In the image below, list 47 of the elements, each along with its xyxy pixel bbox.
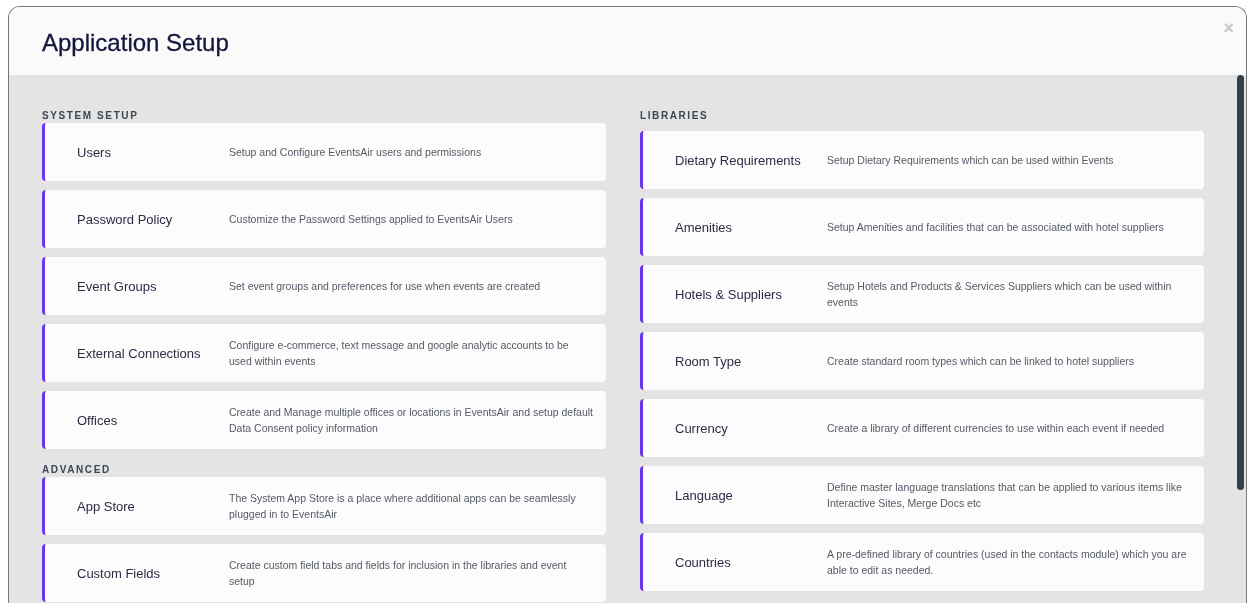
card-description: Create and Manage multiple offices or locations in EventsAir and setup default Data Consent policy information — [229, 405, 594, 436]
card-description: Setup Hotels and Products & Services Suppliers which can be used within events — [827, 279, 1173, 310]
card-description: Create standard room types which can be linked to hotel suppliers — [827, 354, 1134, 369]
card-title: Event Groups — [77, 278, 158, 294]
setup-card[interactable]: Hotels & Suppliers Setup Hotels and Products & Services Suppliers which can be used within events — [640, 265, 1204, 323]
card-title: Dietary Requirements — [675, 152, 802, 168]
card-title: Password Policy — [77, 211, 174, 227]
section-heading: LIBRARIES — [640, 109, 710, 123]
setup-card[interactable]: Language Define master language translations that can be applied to various items like Interactive Sites, Merge Docs etc — [640, 466, 1204, 524]
setup-card[interactable]: Users Setup and Configure EventsAir users and permissions — [42, 123, 606, 181]
card-description: Setup Dietary Requirements which can be used within Events — [827, 153, 1114, 168]
card-description: Setup Amenities and facilities that can be associated with hotel suppliers — [827, 220, 1164, 235]
card-title: Hotels & Suppliers — [675, 286, 783, 302]
setup-card[interactable]: Countries A pre-defined library of countries (used in the contacts module) which you are able to edit as needed. — [640, 533, 1204, 591]
setup-card[interactable]: Offices Create and Manage multiple offices or locations in EventsAir and setup default Data Consent policy information — [42, 391, 606, 449]
setup-card[interactable]: App Store The System App Store is a place where additional apps can be seamlessly plugged in to EventsAir — [42, 477, 606, 535]
card-title: Room Type — [675, 353, 743, 369]
setup-card[interactable]: Password Policy Customize the Password Settings applied to EventsAir Users — [42, 190, 606, 248]
dialog-title: Application Setup — [42, 29, 229, 57]
card-description: Create custom field tabs and fields for inclusion in the libraries and event setup — [229, 558, 568, 589]
scrollbar-thumb[interactable] — [1237, 75, 1244, 490]
card-title: External Connections — [77, 345, 202, 361]
card-description: A pre-defined library of countries (used in the contacts module) which you are able to edit as needed. — [827, 547, 1188, 578]
setup-card[interactable]: External Connections Configure e-commerce, text message and google analytic accounts to be used within events — [42, 324, 606, 382]
card-title: Amenities — [675, 219, 734, 235]
section-heading: SYSTEM SETUP — [42, 109, 140, 123]
section-heading: ADVANCED — [42, 463, 112, 477]
setup-card[interactable]: Room Type Create standard room types which can be linked to hotel suppliers — [640, 332, 1204, 390]
setup-card[interactable]: Event Groups Set event groups and preferences for use when events are created — [42, 257, 606, 315]
card-title: Currency — [675, 420, 729, 436]
card-description: Create a library of different currencies to use within each event if needed — [827, 421, 1165, 436]
card-description: Set event groups and preferences for use when events are created — [229, 279, 541, 294]
card-description: The System App Store is a place where additional apps can be seamlessly plugged in to EventsAir — [229, 491, 577, 522]
setup-card[interactable]: Dietary Requirements Setup Dietary Requirements which can be used within Events — [640, 131, 1204, 189]
card-title: App Store — [77, 498, 136, 514]
card-title: Custom Fields — [77, 565, 162, 581]
setup-card[interactable]: Currency Create a library of different currencies to use within each event if needed — [640, 399, 1204, 457]
card-title: Language — [675, 487, 734, 503]
card-description: Define master language translations that can be applied to various items like Interactive Sites, Merge Docs etc — [827, 480, 1183, 511]
card-description: Setup and Configure EventsAir users and permissions — [229, 145, 482, 160]
setup-card[interactable]: Amenities Setup Amenities and facilities that can be associated with hotel suppliers — [640, 198, 1204, 256]
card-title: Countries — [675, 554, 732, 570]
card-title: Offices — [77, 412, 119, 428]
card-description: Configure e-commerce, text message and google analytic accounts to be used within events — [229, 338, 570, 369]
setup-card[interactable]: Custom Fields Create custom field tabs and fields for inclusion in the libraries and event setup — [42, 544, 606, 602]
card-description: Customize the Password Settings applied to EventsAir Users — [229, 212, 513, 227]
card-title: Users — [77, 144, 112, 160]
